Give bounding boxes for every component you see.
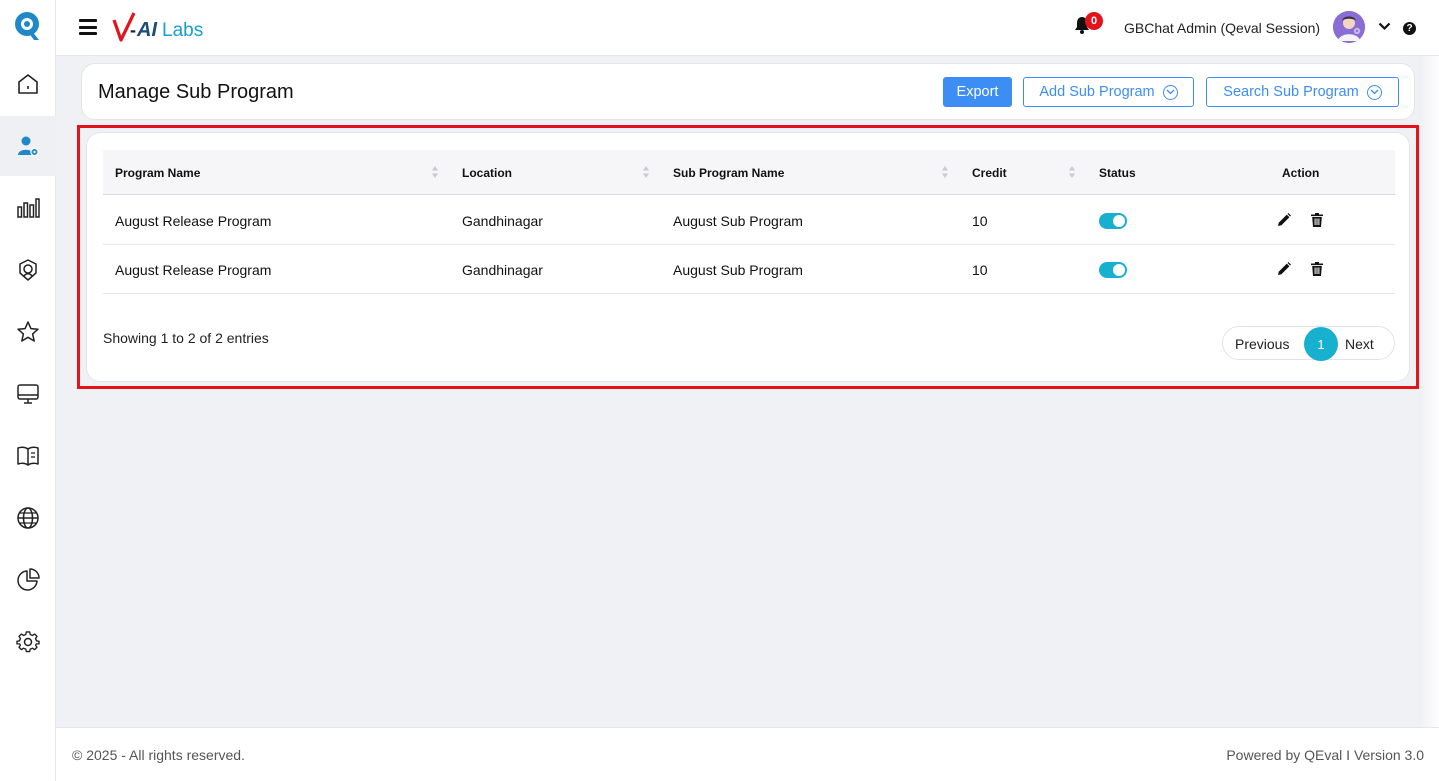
bar-chart-icon <box>17 198 40 218</box>
chevron-down-circle-icon <box>1162 84 1178 100</box>
home-icon <box>18 74 38 94</box>
edit-pencil-icon[interactable] <box>1277 213 1291 227</box>
table-header: Program Name Location Sub Program Name C… <box>103 150 1395 195</box>
sidebar-item-home[interactable] <box>0 54 56 114</box>
gear-icon <box>16 631 40 653</box>
trash-icon[interactable] <box>1311 213 1323 227</box>
sidebar-item-monitor[interactable] <box>0 364 56 424</box>
brand-labs: Labs <box>162 20 203 41</box>
footer: © 2025 - All rights reserved. Powered by… <box>56 727 1439 781</box>
add-sub-program-button[interactable]: Add Sub Program <box>1023 77 1194 107</box>
copyright-text: © 2025 - All rights reserved. <box>72 747 245 763</box>
page-header-card: Manage Sub Program Export Add Sub Progra… <box>81 63 1415 120</box>
user-settings-icon <box>18 136 39 157</box>
notification-badge: 0 <box>1085 12 1103 30</box>
cell-location: Gandhinagar <box>462 261 543 278</box>
table-row: August Release Program Gandhinagar Augus… <box>103 245 1395 294</box>
version-text: Powered by QEval I Version 3.0 <box>1226 747 1424 763</box>
pagination-previous[interactable]: Previous <box>1235 336 1289 352</box>
help-icon[interactable]: ? <box>1403 22 1416 35</box>
globe-icon <box>17 507 39 529</box>
sidebar <box>0 0 56 781</box>
add-sub-program-label: Add Sub Program <box>1039 84 1155 100</box>
sort-icon[interactable] <box>642 164 650 180</box>
search-sub-program-label: Search Sub Program <box>1223 84 1359 100</box>
trash-icon[interactable] <box>1311 262 1323 276</box>
sort-icon[interactable] <box>431 164 439 180</box>
pagination-page-1[interactable]: 1 <box>1304 327 1338 361</box>
face-scan-icon <box>19 259 37 281</box>
column-header-program-name[interactable]: Program Name <box>115 150 200 195</box>
edit-pencil-icon[interactable] <box>1277 262 1291 276</box>
pagination: Previous 1 Next <box>1222 326 1395 361</box>
avatar[interactable] <box>1333 11 1365 43</box>
brand-logo[interactable]: - AI Labs <box>112 10 212 44</box>
sidebar-item-reports[interactable] <box>0 178 56 238</box>
sort-icon[interactable] <box>941 164 949 180</box>
cell-sub-program-name: August Sub Program <box>673 261 803 278</box>
monitor-icon <box>17 384 39 404</box>
user-name[interactable]: GBChat Admin (Qeval Session) <box>1124 20 1320 36</box>
table-row: August Release Program Gandhinagar Augus… <box>103 196 1395 245</box>
chevron-down-circle-icon <box>1366 84 1382 100</box>
sidebar-item-analytics[interactable] <box>0 550 56 610</box>
column-header-action: Action <box>1282 165 1320 180</box>
sidebar-item-face[interactable] <box>0 240 56 300</box>
star-icon <box>17 321 39 342</box>
top-header: - AI Labs 0 GBChat Admin (Qeval Session)… <box>56 0 1439 56</box>
scroll-shadow <box>1420 56 1439 727</box>
entries-info: Showing 1 to 2 of 2 entries <box>103 330 269 346</box>
search-sub-program-button[interactable]: Search Sub Program <box>1206 77 1399 107</box>
cell-credit: 10 <box>972 261 988 278</box>
pie-chart-icon <box>17 568 40 591</box>
column-header-credit[interactable]: Credit <box>972 150 1007 195</box>
cell-program-name: August Release Program <box>115 212 272 229</box>
app-logo-icon[interactable] <box>13 10 43 42</box>
cell-program-name: August Release Program <box>115 261 272 278</box>
sidebar-item-settings[interactable] <box>0 612 56 672</box>
sidebar-item-global[interactable] <box>0 488 56 548</box>
hamburger-menu-icon[interactable] <box>79 19 97 35</box>
cell-credit: 10 <box>972 212 988 229</box>
sub-program-table-card: Program Name Location Sub Program Name C… <box>86 132 1410 382</box>
status-toggle[interactable] <box>1099 262 1127 278</box>
status-toggle[interactable] <box>1099 213 1127 229</box>
sidebar-item-library[interactable] <box>0 426 56 486</box>
export-button[interactable]: Export <box>943 77 1012 107</box>
pagination-next[interactable]: Next <box>1345 336 1374 352</box>
chevron-down-icon[interactable] <box>1378 22 1391 31</box>
cell-location: Gandhinagar <box>462 212 543 229</box>
cell-sub-program-name: August Sub Program <box>673 212 803 229</box>
book-icon <box>17 446 39 466</box>
sort-icon[interactable] <box>1068 164 1076 180</box>
brand-dash: - <box>130 20 136 40</box>
column-header-location[interactable]: Location <box>462 150 512 195</box>
brand-ai: AI <box>136 19 157 41</box>
page-title: Manage Sub Program <box>98 81 294 103</box>
column-header-status: Status <box>1099 165 1136 180</box>
sidebar-item-users[interactable] <box>0 116 56 176</box>
column-header-sub-program-name[interactable]: Sub Program Name <box>673 150 784 195</box>
sidebar-item-favorites[interactable] <box>0 302 56 362</box>
